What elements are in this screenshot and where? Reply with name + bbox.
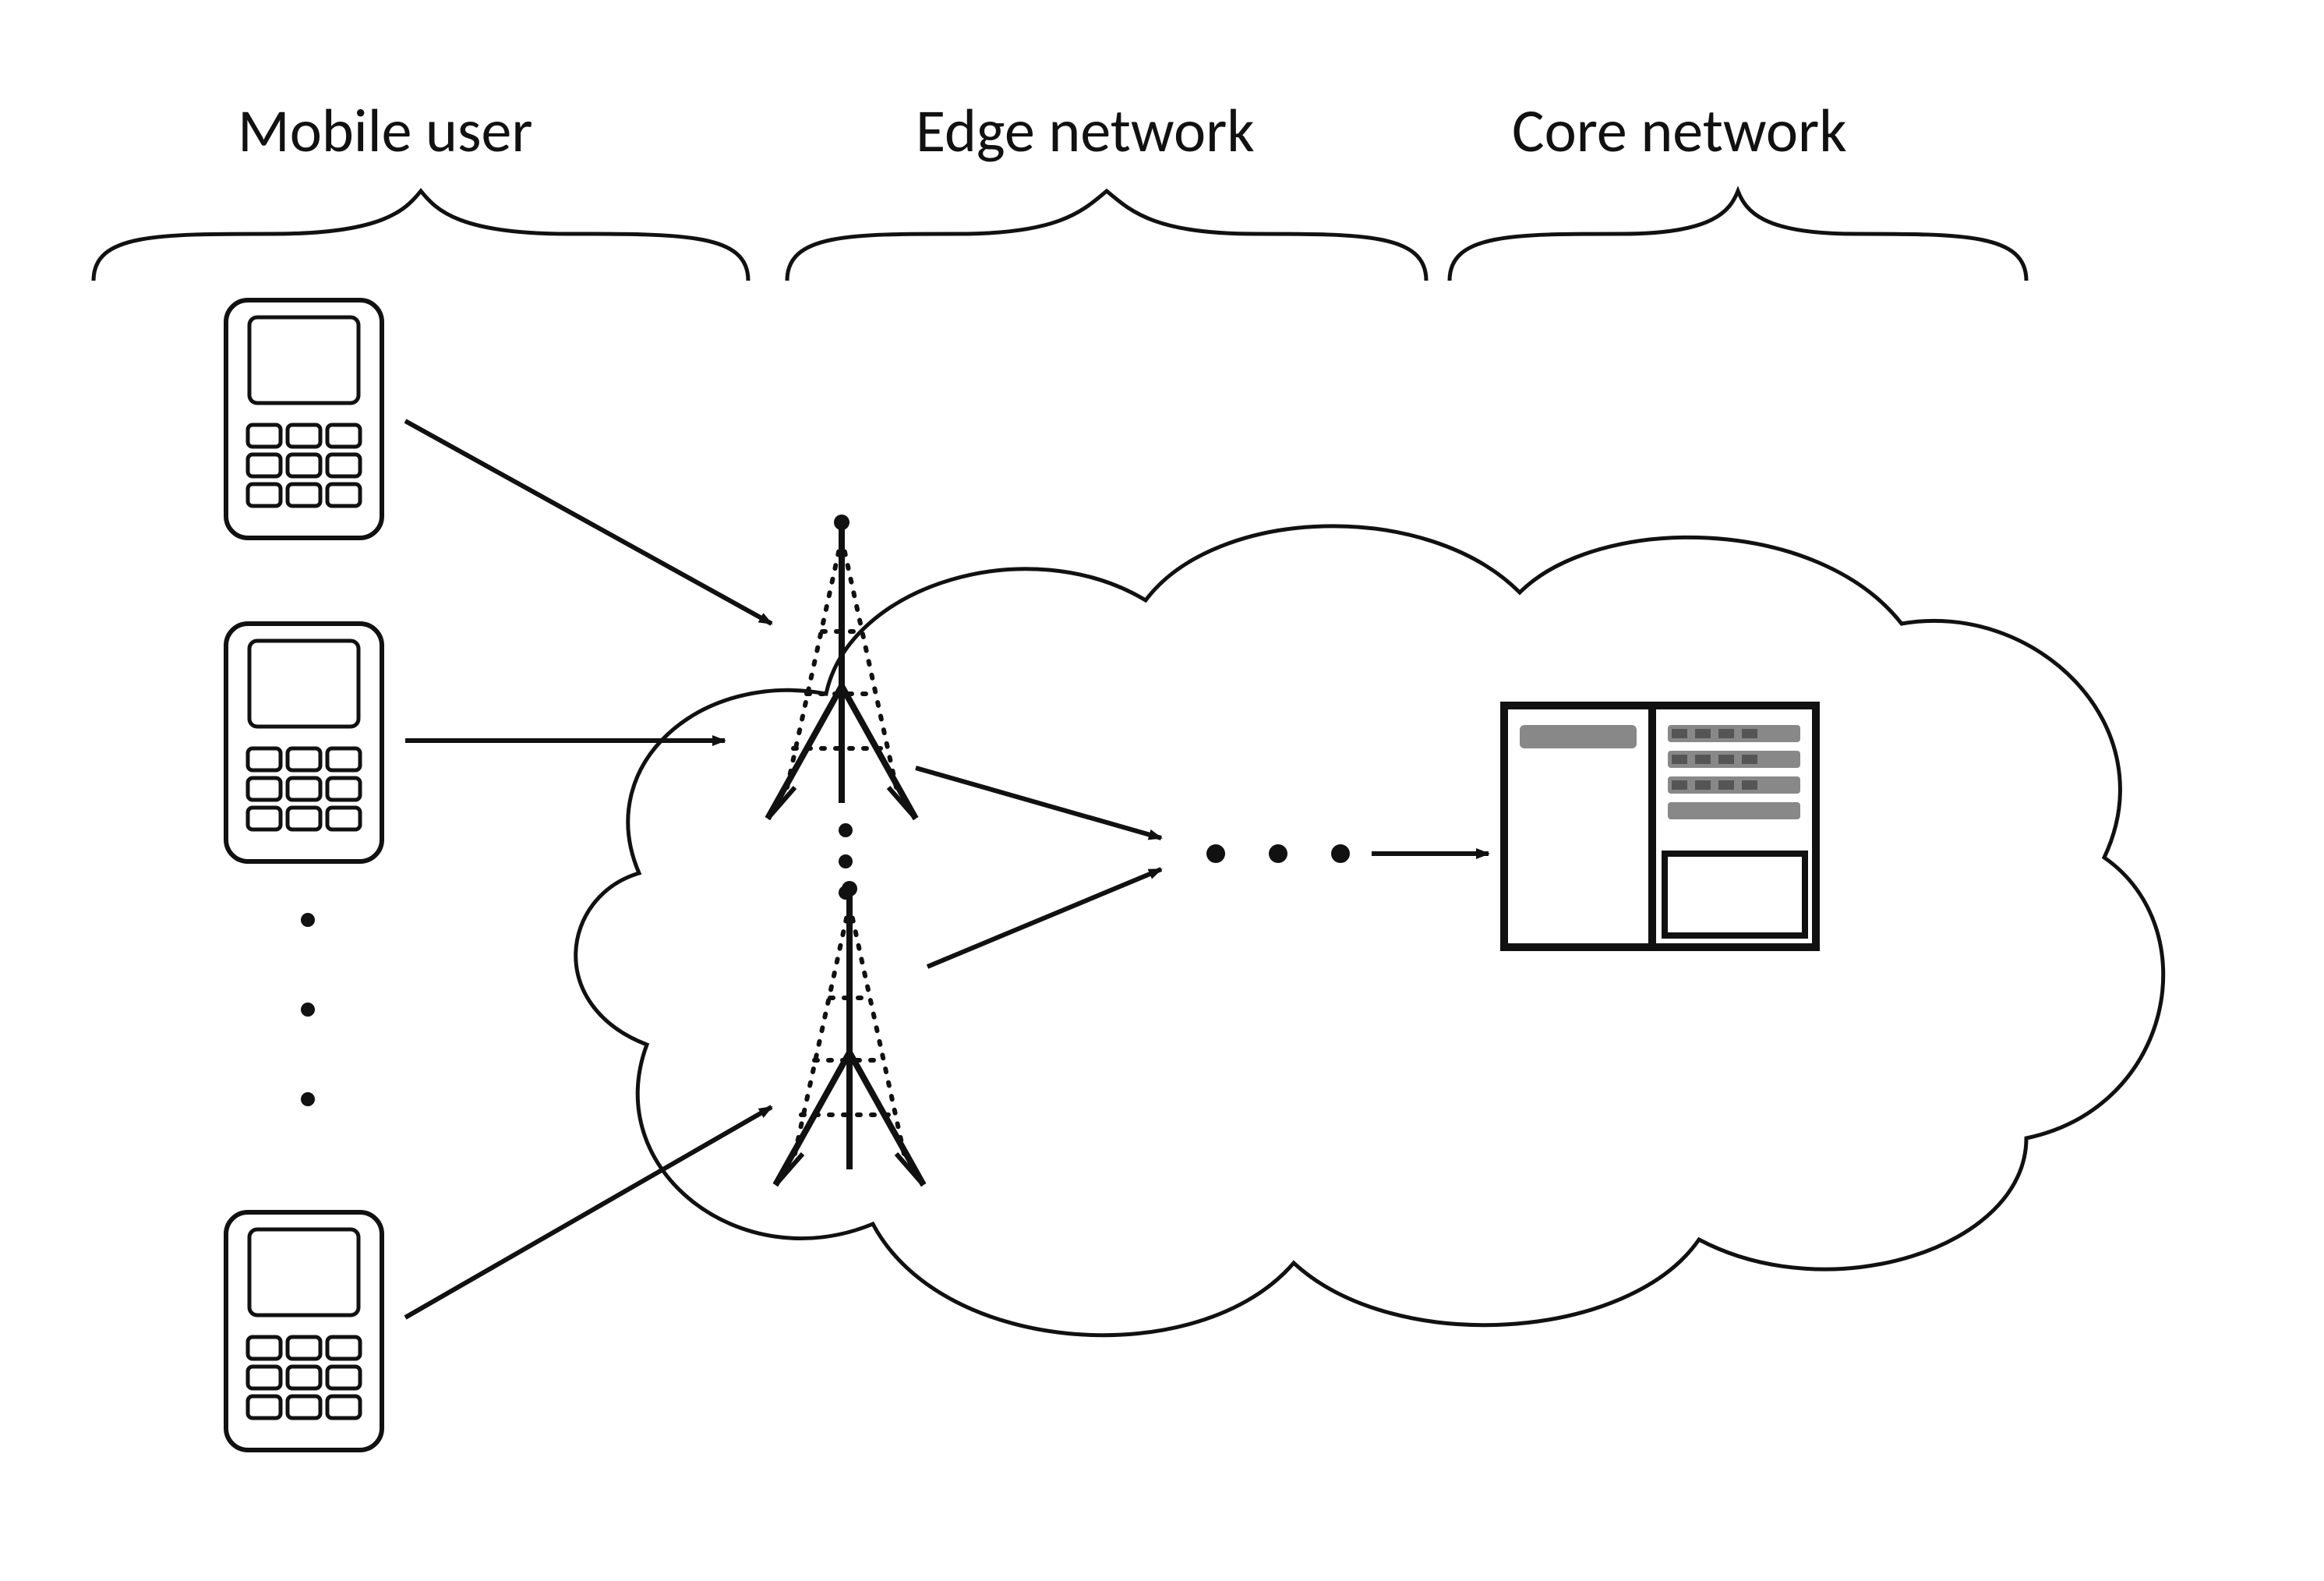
- diagram-svg: [0, 0, 2324, 1581]
- arrow-phone1-tower: [405, 421, 772, 624]
- diagram-canvas: Mobile user Edge network Core network Mo…: [0, 0, 2324, 1581]
- phones-ellipsis: [301, 913, 315, 1106]
- bracket-core-network: [1450, 191, 2026, 281]
- phone-3: [226, 1212, 382, 1450]
- bracket-mobile-user: [94, 191, 748, 281]
- phone-1: [226, 300, 382, 538]
- phone-2: [226, 624, 382, 861]
- server-rack: [1504, 706, 1816, 947]
- towers-ellipsis: [839, 823, 853, 900]
- cloud-icon: [576, 526, 2163, 1335]
- bracket-edge-network: [787, 191, 1426, 281]
